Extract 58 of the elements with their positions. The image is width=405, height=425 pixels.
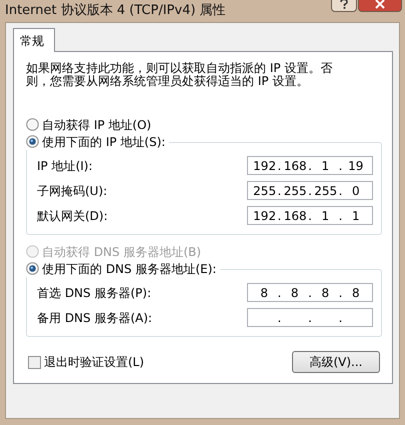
ip-address-field[interactable]: 8 . 8 . 8 . 8 — [247, 283, 373, 302]
tab[interactable]: 常规 — [13, 28, 55, 52]
ip-address-field[interactable]: 255. 255. 255. 0 — [247, 181, 373, 200]
field-label: 备用 DNS 服务器(A): — [37, 310, 152, 326]
advanced-button[interactable]: 高级(V)... — [292, 351, 380, 373]
radio-button[interactable] — [26, 262, 39, 275]
radio-label: 使用下面的 DNS 服务器地址(E): — [42, 260, 216, 278]
dot-separator: . — [338, 310, 342, 326]
octet-text: 255 — [284, 182, 306, 200]
octet-text: 1 — [320, 208, 330, 224]
ip-address-field[interactable]: 192. 168. 1 . 1 — [247, 206, 373, 225]
dot-separator: . — [338, 284, 342, 302]
dot-separator: . — [308, 310, 312, 326]
radio-label: 使用下面的 IP 地址(S): — [42, 134, 166, 150]
dot-separator: . — [278, 182, 282, 200]
octet-text: 0 — [350, 182, 361, 200]
help-icon — [340, 0, 348, 9]
field-label: 默认网关(D): — [37, 208, 108, 224]
octet-text: 255 — [253, 182, 276, 200]
radio-label: 自动获得 DNS 服务器地址(B) — [42, 244, 202, 260]
close-button[interactable] — [358, 0, 402, 12]
octet-text: 8 — [350, 284, 361, 302]
dot-separator: . — [278, 158, 282, 174]
help-button[interactable] — [331, 0, 357, 12]
ip-address-field[interactable]: . . . — [247, 308, 373, 327]
octet-text: 192 — [253, 158, 276, 174]
dot-separator: . — [308, 208, 312, 224]
dot-separator: . — [278, 208, 282, 224]
octet-text: 255 — [314, 182, 336, 200]
dot-separator: . — [338, 208, 342, 224]
dot-separator: . — [308, 158, 312, 174]
field-label: 子网掩码(U): — [37, 182, 108, 200]
octet-text: 1 — [320, 158, 330, 174]
radio-button[interactable] — [26, 118, 39, 131]
dot-separator: . — [278, 310, 282, 326]
checkbox-label: 退出时验证设置(L) — [44, 354, 144, 371]
ip-address-field[interactable]: 192. 168. 1 . 19 — [247, 156, 373, 175]
window-title: Internet 协议版本 4 (TCP/IPv4) 属性 — [5, 2, 226, 20]
radio-button[interactable] — [26, 135, 39, 148]
checkbox[interactable] — [28, 356, 41, 368]
field-label: 首选 DNS 服务器(P): — [37, 284, 152, 302]
octet-text: 192 — [253, 208, 276, 224]
octet-text: 8 — [259, 284, 269, 302]
octet-text: 168 — [284, 208, 306, 224]
dot-separator: . — [308, 182, 312, 200]
field-label: IP 地址(I): — [37, 158, 93, 174]
dot-separator: . — [308, 284, 312, 302]
dot-separator: . — [338, 158, 342, 174]
octet-text: 1 — [350, 208, 361, 224]
octet-text: 8 — [320, 284, 330, 302]
octet-text: 168 — [284, 158, 306, 174]
octet-text: 19 — [347, 158, 364, 174]
radio-label: 自动获得 IP 地址(O) — [42, 116, 152, 134]
octet-text: 8 — [290, 284, 300, 302]
close-icon — [375, 0, 385, 9]
dot-separator: . — [338, 182, 342, 200]
dot-separator: . — [278, 284, 282, 302]
description-text: 如果网络支持此功能，则可以获取自动指派的 IP 设置。否则，您需要从网络系统管理员处获得适当的 IP 设置。 — [26, 62, 334, 88]
